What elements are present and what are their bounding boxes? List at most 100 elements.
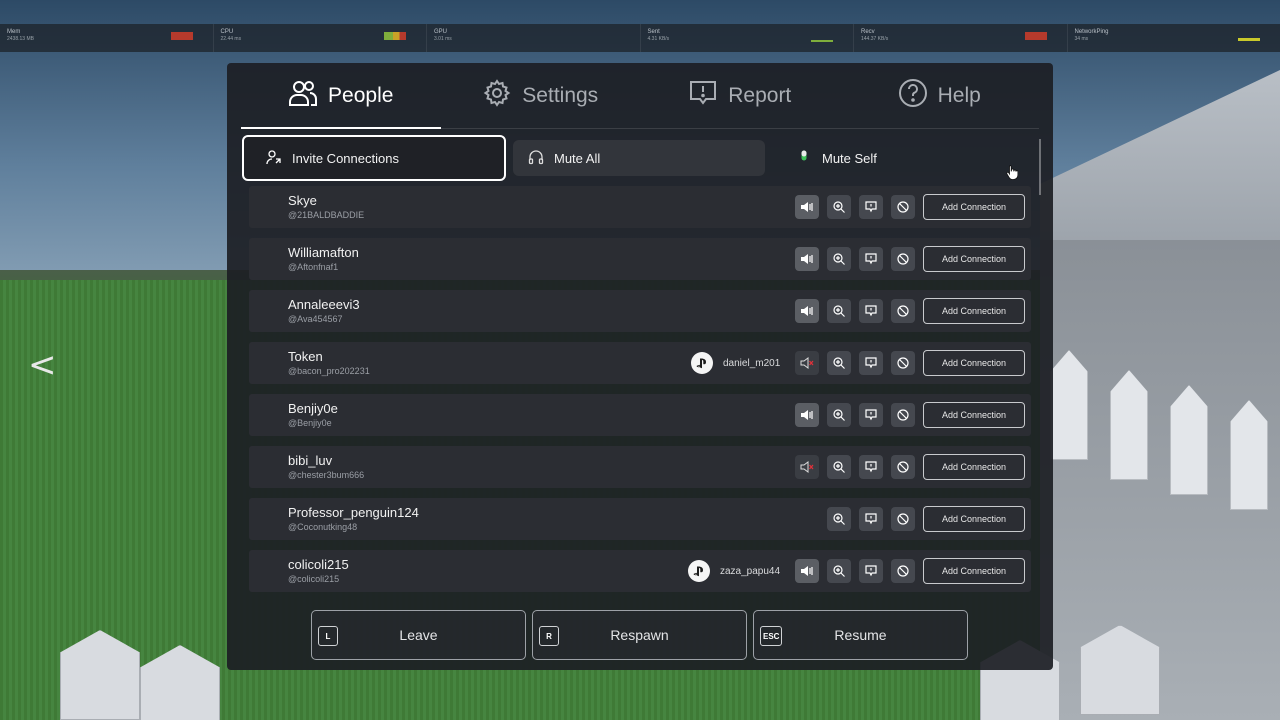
- playstation-icon: [691, 352, 713, 374]
- speaker-icon[interactable]: [795, 195, 819, 219]
- player-list: Skye @21BALDBADDIE Add Connection Willia…: [249, 186, 1031, 594]
- button-label: Respawn: [610, 627, 669, 643]
- button-label: Resume: [834, 627, 887, 643]
- tab-label: People: [328, 83, 394, 107]
- stat-label: GPU: [434, 29, 448, 35]
- inspect-icon[interactable]: [827, 351, 851, 375]
- add-connection-button[interactable]: Add Connection: [923, 298, 1025, 324]
- fence-post: [1170, 385, 1208, 495]
- report-icon[interactable]: [859, 559, 883, 583]
- report-icon[interactable]: [859, 195, 883, 219]
- report-icon[interactable]: [859, 403, 883, 427]
- keybind-hint: R: [539, 626, 559, 646]
- tab-people[interactable]: People: [241, 63, 441, 129]
- stat-gpu: GPU 3.01 ms: [427, 24, 641, 52]
- stat-mem: Mem 2438.13 MB: [0, 24, 214, 52]
- player-name: Williamafton: [288, 245, 359, 260]
- fence-post: [1230, 400, 1268, 510]
- add-connection-button[interactable]: Add Connection: [923, 246, 1025, 272]
- people-actions: Invite Connections Mute All Mute Self: [241, 135, 1039, 183]
- fence-post: [1110, 370, 1148, 480]
- block-icon[interactable]: [891, 351, 915, 375]
- stat-graph: [811, 40, 833, 42]
- add-connection-button[interactable]: Add Connection: [923, 558, 1025, 584]
- player-row: Skye @21BALDBADDIE Add Connection: [249, 186, 1031, 228]
- inspect-icon[interactable]: [827, 403, 851, 427]
- block-icon[interactable]: [891, 195, 915, 219]
- headphones-icon: [528, 149, 544, 168]
- report-icon: [688, 78, 718, 114]
- player-handle: @21BALDBADDIE: [288, 210, 365, 220]
- muted-speaker-icon[interactable]: [795, 455, 819, 479]
- platform-account: zaza_papu44: [688, 560, 780, 582]
- keybind-hint: L: [318, 626, 338, 646]
- add-person-icon: [266, 149, 282, 168]
- block-icon[interactable]: [891, 455, 915, 479]
- player-name: bibi_luv: [288, 453, 333, 468]
- tab-settings[interactable]: Settings: [441, 63, 641, 128]
- scrollbar[interactable]: [1039, 139, 1041, 195]
- block-icon[interactable]: [891, 299, 915, 323]
- microphone-icon: [796, 149, 812, 168]
- respawn-button[interactable]: R Respawn: [532, 610, 747, 660]
- report-icon[interactable]: [859, 507, 883, 531]
- previous-arrow[interactable]: <: [28, 345, 57, 385]
- report-icon[interactable]: [859, 299, 883, 323]
- speaker-icon[interactable]: [795, 559, 819, 583]
- stat-cpu: CPU 22.44 ms: [214, 24, 427, 52]
- add-connection-button[interactable]: Add Connection: [923, 350, 1025, 376]
- report-icon[interactable]: [859, 455, 883, 479]
- inspect-icon[interactable]: [827, 507, 851, 531]
- report-icon[interactable]: [859, 351, 883, 375]
- leave-button[interactable]: L Leave: [311, 610, 526, 660]
- player-handle: @Ava454567: [288, 314, 343, 324]
- menu-tabs: People Settings Report Help: [241, 63, 1039, 129]
- speaker-icon[interactable]: [795, 299, 819, 323]
- add-connection-button[interactable]: Add Connection: [923, 402, 1025, 428]
- add-connection-button[interactable]: Add Connection: [923, 194, 1025, 220]
- block-icon[interactable]: [891, 247, 915, 271]
- keybind-hint: ESC: [760, 626, 783, 646]
- tab-report[interactable]: Report: [640, 63, 840, 128]
- playstation-icon: [688, 560, 710, 582]
- button-label: Invite Connections: [292, 150, 399, 166]
- player-row: bibi_luv @chester3bum666 Add Connection: [249, 446, 1031, 488]
- mute-self-button[interactable]: Mute Self: [779, 140, 1037, 176]
- block-icon[interactable]: [891, 507, 915, 531]
- invite-connections-button[interactable]: Invite Connections: [242, 135, 506, 181]
- inspect-icon[interactable]: [827, 559, 851, 583]
- inspect-icon[interactable]: [827, 299, 851, 323]
- add-connection-button[interactable]: Add Connection: [923, 454, 1025, 480]
- mute-all-button[interactable]: Mute All: [513, 140, 765, 176]
- report-icon[interactable]: [859, 247, 883, 271]
- stat-label: Sent: [647, 29, 660, 35]
- menu-bottom-bar: L Leave R Respawn ESC Resume: [311, 610, 971, 660]
- stat-networkping: NetworkPing 34 ms: [1068, 24, 1280, 52]
- inspect-icon[interactable]: [827, 247, 851, 271]
- player-row: Benjiy0e @Benjiy0e Add Connection: [249, 394, 1031, 436]
- inspect-icon[interactable]: [827, 195, 851, 219]
- block-icon[interactable]: [891, 403, 915, 427]
- player-name: Professor_penguin124: [288, 505, 419, 520]
- stat-label: NetworkPing: [1074, 29, 1109, 35]
- add-connection-button[interactable]: Add Connection: [923, 506, 1025, 532]
- stat-graph: [1238, 38, 1260, 41]
- tab-label: Settings: [522, 83, 599, 107]
- block-icon[interactable]: [891, 559, 915, 583]
- speaker-icon[interactable]: [795, 247, 819, 271]
- player-handle: @Aftonfnaf1: [288, 262, 339, 272]
- player-row: Professor_penguin124 @Coconutking48 Add …: [249, 498, 1031, 540]
- speaker-icon[interactable]: [795, 403, 819, 427]
- player-row: Williamafton @Aftonfnaf1 Add Connection: [249, 238, 1031, 280]
- platform-name: daniel_m201: [723, 357, 781, 369]
- inspect-icon[interactable]: [827, 455, 851, 479]
- player-handle: @chester3bum666: [288, 470, 365, 480]
- stat-graph: [170, 32, 193, 40]
- fence-post: [1050, 350, 1088, 460]
- resume-button[interactable]: ESC Resume: [753, 610, 968, 660]
- muted-speaker-icon[interactable]: [795, 351, 819, 375]
- player-name: colicoli215: [288, 557, 349, 572]
- platform-name: zaza_papu44: [720, 565, 781, 577]
- tab-help[interactable]: Help: [840, 63, 1040, 128]
- stat-recv: Recv 144.37 KB/s: [854, 24, 1068, 52]
